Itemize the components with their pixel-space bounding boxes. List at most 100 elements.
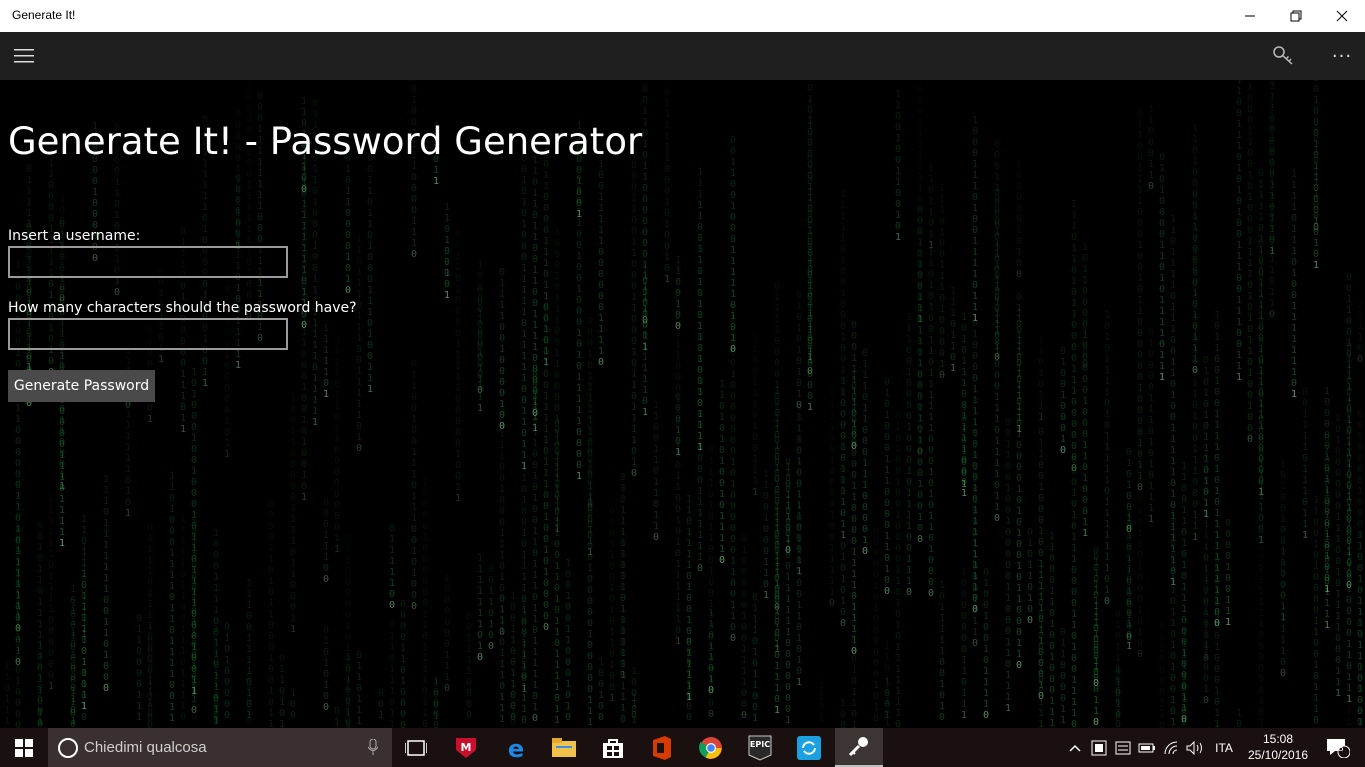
taskbar-app-office[interactable] bbox=[638, 728, 686, 767]
svg-text:1: 1 bbox=[1291, 191, 1297, 202]
svg-text:1: 1 bbox=[752, 669, 758, 680]
svg-text:1: 1 bbox=[884, 674, 890, 685]
svg-text:1: 1 bbox=[125, 420, 131, 431]
svg-text:1: 1 bbox=[301, 96, 307, 107]
svg-text:1: 1 bbox=[323, 345, 329, 356]
svg-text:1: 1 bbox=[4, 705, 10, 716]
svg-text:0: 0 bbox=[191, 672, 197, 683]
svg-text:0: 0 bbox=[785, 704, 791, 715]
cortana-search-box[interactable]: Chiedimi qualcosa bbox=[48, 728, 392, 767]
svg-text:0: 0 bbox=[917, 468, 923, 479]
more-options-button[interactable]: ··· bbox=[1318, 32, 1365, 80]
svg-text:1: 1 bbox=[730, 369, 736, 380]
start-button[interactable] bbox=[0, 728, 48, 767]
svg-text:1: 1 bbox=[532, 658, 538, 669]
svg-text:1: 1 bbox=[367, 373, 373, 384]
svg-text:1: 1 bbox=[785, 539, 791, 550]
screen-capture-icon bbox=[1091, 740, 1107, 755]
close-button[interactable] bbox=[1319, 0, 1365, 32]
svg-text:1: 1 bbox=[1049, 696, 1055, 707]
svg-text:0: 0 bbox=[411, 84, 417, 95]
svg-text:0: 0 bbox=[147, 643, 153, 654]
svg-text:1: 1 bbox=[972, 159, 978, 170]
svg-text:1: 1 bbox=[653, 488, 659, 499]
tray-screenshot[interactable] bbox=[1088, 728, 1110, 767]
svg-text:0: 0 bbox=[928, 218, 934, 229]
svg-text:0: 0 bbox=[840, 387, 846, 398]
svg-text:0: 0 bbox=[631, 677, 637, 688]
svg-text:1: 1 bbox=[708, 533, 714, 544]
svg-text:0: 0 bbox=[1038, 675, 1044, 686]
svg-text:0: 0 bbox=[587, 327, 593, 338]
svg-text:1: 1 bbox=[829, 576, 835, 587]
taskbar-app-sync[interactable] bbox=[785, 728, 833, 767]
tray-wifi[interactable] bbox=[1161, 728, 1183, 767]
svg-text:1: 1 bbox=[290, 514, 296, 525]
svg-text:1: 1 bbox=[411, 216, 417, 227]
menu-button[interactable] bbox=[0, 32, 48, 80]
svg-text:0: 0 bbox=[1313, 134, 1319, 145]
tray-volume[interactable] bbox=[1184, 728, 1206, 767]
svg-text:1: 1 bbox=[675, 350, 681, 361]
svg-text:1: 1 bbox=[15, 403, 21, 414]
key-button[interactable] bbox=[1260, 32, 1308, 80]
svg-text:1: 1 bbox=[48, 571, 54, 582]
svg-text:0: 0 bbox=[719, 467, 725, 478]
svg-text:0: 0 bbox=[532, 177, 538, 188]
tray-keyboard[interactable] bbox=[1112, 728, 1134, 767]
svg-text:1: 1 bbox=[257, 168, 263, 179]
svg-text:0: 0 bbox=[191, 378, 197, 389]
svg-text:1: 1 bbox=[1247, 126, 1253, 137]
svg-text:0: 0 bbox=[1049, 630, 1055, 641]
svg-text:1: 1 bbox=[1170, 530, 1176, 541]
taskbar-app-generate-it[interactable] bbox=[835, 728, 883, 767]
taskbar-app-store[interactable] bbox=[589, 728, 637, 767]
svg-text:0: 0 bbox=[906, 378, 912, 389]
taskbar-app-edge[interactable]: e bbox=[492, 728, 540, 767]
username-input[interactable] bbox=[8, 246, 288, 278]
minimize-button[interactable] bbox=[1227, 0, 1273, 32]
svg-text:0: 0 bbox=[554, 506, 560, 517]
svg-text:0: 0 bbox=[917, 106, 923, 117]
taskbar-app-chrome[interactable] bbox=[687, 728, 735, 767]
svg-text:1: 1 bbox=[587, 433, 593, 444]
svg-text:0: 0 bbox=[642, 315, 648, 326]
svg-text:0: 0 bbox=[851, 654, 857, 665]
svg-text:0: 0 bbox=[565, 580, 571, 591]
svg-text:1: 1 bbox=[840, 596, 846, 607]
svg-text:0: 0 bbox=[895, 144, 901, 155]
generate-password-button[interactable]: Generate Password bbox=[8, 370, 155, 402]
svg-text:1: 1 bbox=[81, 525, 87, 536]
svg-text:1: 1 bbox=[1214, 519, 1220, 530]
language-indicator[interactable]: ITA bbox=[1208, 728, 1240, 767]
svg-text:0: 0 bbox=[1181, 549, 1187, 560]
svg-text:0: 0 bbox=[334, 412, 340, 423]
task-view-button[interactable] bbox=[392, 728, 440, 767]
taskbar-app-mcafee[interactable]: M bbox=[442, 728, 490, 767]
svg-text:1: 1 bbox=[323, 636, 329, 647]
svg-text:1: 1 bbox=[1104, 464, 1110, 475]
svg-text:1: 1 bbox=[345, 720, 351, 728]
svg-text:1: 1 bbox=[961, 479, 967, 490]
svg-text:1: 1 bbox=[1302, 442, 1308, 453]
svg-text:1: 1 bbox=[1038, 620, 1044, 631]
taskbar-app-file-explorer[interactable] bbox=[540, 728, 588, 767]
show-hidden-icons-button[interactable] bbox=[1064, 728, 1086, 767]
svg-text:1: 1 bbox=[532, 526, 538, 537]
svg-text:0: 0 bbox=[1071, 441, 1077, 452]
tray-battery[interactable] bbox=[1136, 728, 1158, 767]
password-length-input[interactable] bbox=[8, 318, 288, 350]
svg-text:0: 0 bbox=[411, 194, 417, 205]
clock[interactable]: 15:08 25/10/2016 bbox=[1240, 731, 1316, 763]
svg-text:1: 1 bbox=[554, 649, 560, 660]
svg-text:0: 0 bbox=[1247, 302, 1253, 313]
svg-text:0: 0 bbox=[400, 665, 406, 676]
svg-text:1: 1 bbox=[697, 211, 703, 222]
svg-text:1: 1 bbox=[774, 551, 780, 562]
clock-date: 25/10/2016 bbox=[1240, 747, 1316, 763]
restore-button[interactable] bbox=[1273, 0, 1319, 32]
svg-text:0: 0 bbox=[1071, 463, 1077, 474]
svg-text:1: 1 bbox=[917, 183, 923, 194]
taskbar-app-epic-games[interactable]: EPIC bbox=[736, 728, 784, 767]
action-center-button[interactable]: 8 bbox=[1320, 728, 1356, 767]
